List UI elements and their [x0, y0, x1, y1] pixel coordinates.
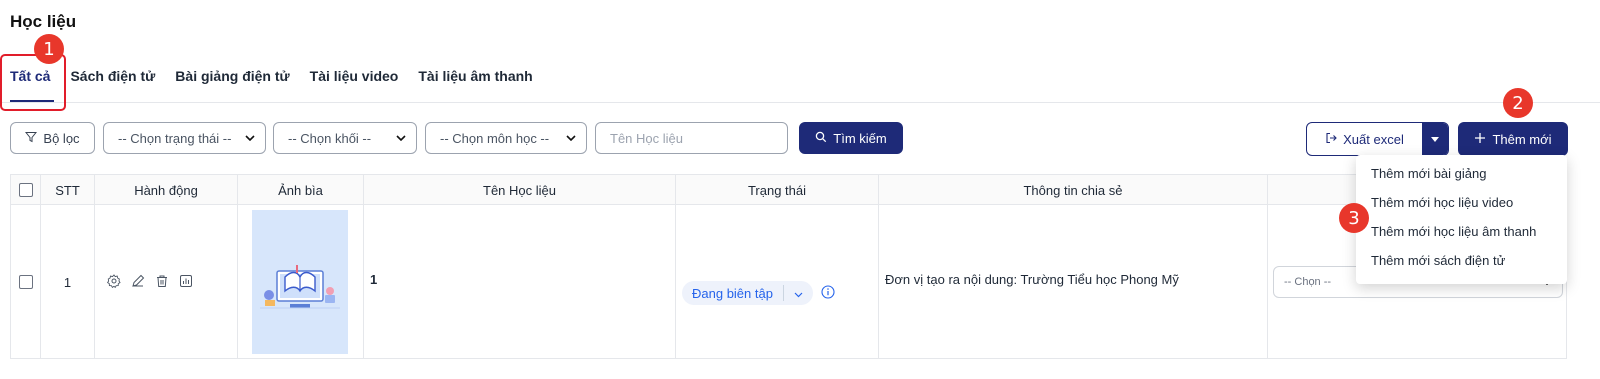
row-checkbox[interactable] — [18, 275, 33, 289]
row-cover — [238, 205, 364, 359]
row-option-placeholder: -- Chọn -- — [1284, 276, 1332, 288]
header-name: Tên Học liệu — [364, 175, 676, 205]
export-excel-button[interactable]: Xuất excel — [1307, 123, 1422, 155]
plus-icon — [1474, 132, 1486, 147]
subject-select[interactable]: -- Chọn môn học -- — [425, 122, 587, 154]
row-select-cell — [11, 205, 41, 359]
menu-item-add-video[interactable]: Thêm mới học liệu video — [1356, 188, 1567, 217]
gear-icon[interactable] — [106, 273, 121, 291]
row-actions — [95, 205, 238, 359]
export-button-group: Xuất excel — [1306, 122, 1449, 156]
header-cover: Ảnh bìa — [238, 175, 364, 205]
status-dropdown[interactable]: Đang biên tập — [682, 281, 813, 305]
tab-lecture[interactable]: Bài giảng điện tử — [175, 68, 299, 90]
add-new-button[interactable]: Thêm mới — [1458, 122, 1568, 156]
row-share-info: Đơn vị tạo ra nội dung: Trường Tiểu học … — [879, 205, 1268, 359]
add-new-menu: Thêm mới bài giảng Thêm mới học liệu vid… — [1356, 155, 1567, 284]
status-select[interactable]: -- Chọn trạng thái -- — [103, 122, 266, 154]
cover-image[interactable] — [252, 210, 348, 354]
search-icon — [815, 131, 827, 146]
row-name[interactable]: 1 — [364, 205, 676, 359]
status-select-value: -- Chọn trạng thái -- — [118, 130, 232, 146]
annotation-badge-1: 1 — [34, 34, 64, 64]
header-stt: STT — [41, 175, 95, 205]
grade-select-value: -- Chọn khối -- — [288, 130, 372, 146]
filter-icon — [25, 131, 38, 146]
divider — [782, 285, 784, 301]
tab-bar: Tất cả Sách điện tử Bài giảng điện tử Tà… — [10, 68, 553, 90]
search-button-label: Tìm kiếm — [833, 130, 887, 146]
stats-icon[interactable] — [179, 274, 193, 291]
annotation-badge-3: 3 — [1339, 203, 1369, 233]
export-icon — [1325, 132, 1337, 147]
filter-button[interactable]: Bộ lọc — [10, 122, 95, 154]
status-value: Đang biên tập — [692, 285, 773, 301]
menu-item-add-audio[interactable]: Thêm mới học liệu âm thanh — [1356, 217, 1567, 246]
search-input-placeholder: Tên Học liệu — [610, 130, 683, 146]
materials-table: STT Hành động Ảnh bìa Tên Học liệu Trạng… — [10, 174, 1567, 359]
chevron-down-icon — [794, 286, 803, 301]
annotation-badge-2: 2 — [1503, 88, 1533, 118]
header-share-info: Thông tin chia sẻ — [879, 175, 1268, 205]
search-button[interactable]: Tìm kiếm — [799, 122, 903, 154]
export-dropdown-toggle[interactable] — [1422, 123, 1448, 155]
chevron-down-icon — [396, 133, 406, 144]
page-title: Học liệu — [10, 12, 77, 31]
search-input[interactable]: Tên Học liệu — [595, 122, 788, 154]
menu-item-add-ebook[interactable]: Thêm mới sách điện tử — [1356, 246, 1567, 275]
chevron-down-icon — [245, 133, 255, 144]
subject-select-value: -- Chọn môn học -- — [440, 130, 550, 146]
highlight-box — [0, 54, 66, 111]
header-status: Trạng thái — [676, 175, 879, 205]
chevron-down-icon — [566, 133, 576, 144]
tab-video[interactable]: Tài liệu video — [310, 68, 409, 90]
header-actions: Hành động — [95, 175, 238, 205]
tab-ebook[interactable]: Sách điện tử — [70, 68, 165, 90]
caret-down-icon — [1431, 134, 1439, 145]
info-icon[interactable] — [821, 284, 835, 302]
tabs-divider — [0, 102, 1600, 103]
tab-audio[interactable]: Tài liệu âm thanh — [418, 68, 542, 90]
add-new-label: Thêm mới — [1492, 131, 1552, 147]
table-header: STT Hành động Ảnh bìa Tên Học liệu Trạng… — [11, 175, 1566, 205]
row-stt: 1 — [41, 205, 95, 359]
grade-select[interactable]: -- Chọn khối -- — [273, 122, 417, 154]
edit-icon[interactable] — [131, 274, 145, 291]
toolbar: Bộ lọc -- Chọn trạng thái -- -- Chọn khố… — [0, 122, 1600, 156]
header-select-all[interactable] — [11, 175, 41, 205]
filter-label: Bộ lọc — [43, 130, 80, 146]
export-excel-label: Xuất excel — [1343, 131, 1404, 147]
select-all-checkbox[interactable] — [18, 183, 33, 197]
menu-item-add-lecture[interactable]: Thêm mới bài giảng — [1356, 159, 1567, 188]
trash-icon[interactable] — [155, 274, 169, 291]
row-status: Đang biên tập — [676, 205, 879, 359]
